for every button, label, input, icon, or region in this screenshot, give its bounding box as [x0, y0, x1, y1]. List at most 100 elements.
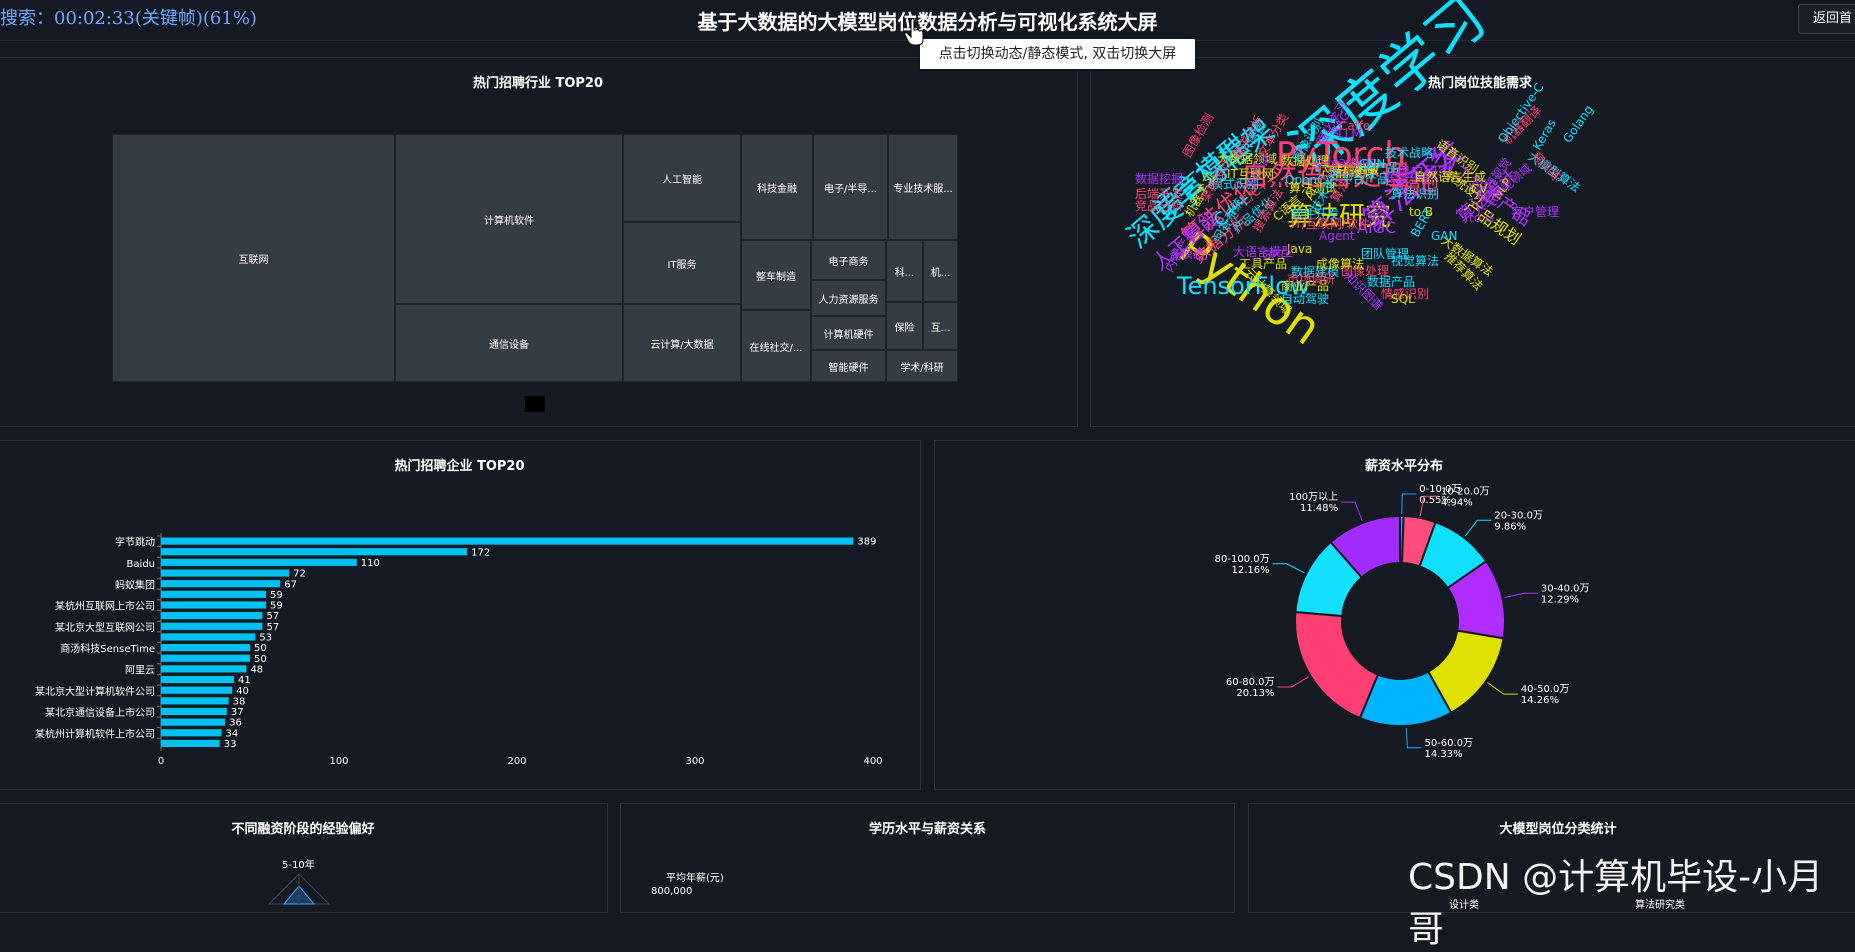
treemap-cell[interactable]: 云计算/大数据	[623, 304, 741, 382]
pie-label-name: 40-50.0万	[1521, 684, 1570, 695]
wordcloud-word[interactable]: 工具产品	[1239, 258, 1287, 270]
bar-category-label: 某北京大型计算机软件公司	[35, 685, 155, 698]
funding-panel: 不同融资阶段的经验偏好 5-10年	[0, 803, 608, 913]
wordcloud-word[interactable]: 市场调研	[1287, 273, 1335, 285]
wordcloud-word[interactable]: 客户管理	[1511, 206, 1559, 218]
industry-panel: 热门招聘行业 TOP20 互联网 计算机软件 通信设备 人工智能 IT服务 云计算/大数据…	[0, 57, 1078, 427]
salary-panel: 薪资水平分布 0-10.0万 0.55% 10-20.0万 4.94% 20-30.0万…	[934, 440, 1855, 790]
pie-label-line	[1487, 682, 1518, 695]
wordcloud-word[interactable]: GAN	[1431, 230, 1457, 242]
treemap-cell[interactable]: IT服务	[623, 222, 741, 304]
company-bar[interactable]	[161, 633, 256, 641]
pie-label-line	[1405, 727, 1422, 749]
treemap-cell[interactable]: 保险	[886, 302, 923, 350]
treemap-cell[interactable]: 互联网	[112, 134, 395, 382]
wordcloud-word[interactable]: 数据挖掘	[1135, 173, 1183, 185]
wordcloud-word[interactable]: Golang	[1560, 103, 1596, 146]
bar-value-label: 57	[266, 611, 279, 622]
treemap-cell[interactable]: 专业技术服...	[888, 134, 958, 240]
company-bar[interactable]	[161, 537, 854, 545]
bar-value-label: 36	[229, 718, 242, 729]
wordcloud-word[interactable]: Keras	[1530, 117, 1559, 153]
company-bar[interactable]	[161, 569, 290, 577]
wordcloud-word[interactable]: 竞品分析	[1135, 200, 1183, 212]
treemap-cell[interactable]: 通信设备	[395, 304, 623, 382]
company-bar[interactable]	[161, 612, 263, 620]
mode-tooltip: 点击切换动态/静态模式, 双击切换大屏	[920, 39, 1195, 69]
wordcloud-word[interactable]: CV	[1471, 183, 1488, 195]
wordcloud-word[interactable]: 成像算法	[1316, 258, 1364, 270]
treemap-cell[interactable]: 学术/科研	[886, 350, 958, 382]
bar-value-label: 37	[231, 707, 244, 718]
wordcloud-word[interactable]: 多模态	[1169, 248, 1205, 260]
wordcloud-word[interactable]: 视觉算法	[1391, 255, 1439, 267]
company-bar[interactable]	[161, 654, 250, 662]
company-bar[interactable]	[161, 665, 247, 673]
salary-donut-chart: 0-10.0万0.55%10-20.0万4.94%20-30.0万9.86%30…	[1215, 484, 1590, 760]
treemap-breadcrumb[interactable]	[525, 396, 545, 412]
treemap-cell[interactable]: 电子/半导...	[813, 134, 888, 240]
pie-label-percent: 11.48%	[1300, 503, 1338, 514]
company-bar[interactable]	[161, 548, 468, 556]
pie-label-name: 10-20.0万	[1441, 486, 1490, 497]
hand-cursor-icon	[904, 18, 924, 46]
company-bar[interactable]	[161, 697, 229, 705]
wordcloud-word[interactable]: Caffe	[1339, 120, 1370, 132]
company-bar[interactable]	[161, 644, 250, 652]
bar-value-label: 33	[224, 739, 237, 750]
company-bar[interactable]	[161, 707, 227, 716]
pie-label-line	[1401, 493, 1417, 515]
treemap-cell[interactable]: 机...	[923, 240, 958, 302]
company-bar[interactable]	[161, 686, 233, 694]
x-axis-tick-label: 300	[685, 756, 704, 767]
treemap-cell[interactable]: 计算机软件	[395, 134, 623, 304]
company-panel: 热门招聘企业 TOP20 389 字节跳动 172 110 Baidu 72 67 蚂蚁集团 5…	[0, 440, 921, 790]
wordcloud-word[interactable]: SQL	[1391, 293, 1415, 305]
company-bar[interactable]	[161, 580, 281, 588]
treemap-cell[interactable]: 在线社交/...	[741, 310, 811, 382]
bar-value-label: 34	[226, 728, 239, 739]
wordcloud-word[interactable]: 技术战略	[1385, 147, 1433, 159]
bar-category-label: 蚂蚁集团	[115, 578, 155, 591]
treemap-cell[interactable]: 人工智能	[623, 134, 741, 222]
bar-value-label: 67	[284, 579, 297, 590]
bar-value-label: 48	[250, 664, 263, 675]
back-home-button[interactable]: 返回首	[1798, 4, 1855, 34]
wordcloud-word[interactable]: 算法识别	[1391, 188, 1439, 200]
industry-title: 热门招聘行业 TOP20	[472, 76, 604, 91]
company-bar[interactable]	[161, 622, 263, 630]
wordcloud-word[interactable]: to G	[1469, 212, 1494, 224]
treemap-cell[interactable]: 智能硬件	[811, 350, 886, 382]
wordcloud-word[interactable]: 平台产品	[1341, 173, 1389, 185]
treemap-cell[interactable]: 科...	[886, 240, 923, 302]
wordcloud-word[interactable]: IT/互联网/软件	[1291, 218, 1370, 230]
company-bar[interactable]	[161, 601, 267, 609]
bar-value-label: 50	[254, 654, 267, 665]
treemap-cell[interactable]: 电子商务	[811, 240, 886, 280]
wordcloud-word[interactable]: Agent	[1319, 230, 1355, 242]
pie-slice[interactable]	[1294, 610, 1380, 720]
pie-label-name: 100万以上	[1289, 491, 1338, 503]
company-bar[interactable]	[161, 739, 220, 747]
education-panel: 学历水平与薪资关系 平均年薪(元) 800,000	[620, 803, 1235, 913]
wordcloud-word[interactable]: 大语言模型	[1233, 246, 1293, 258]
pie-label-name: 30-40.0万	[1541, 583, 1590, 594]
company-bar[interactable]	[161, 590, 267, 598]
treemap-cell[interactable]: 互...	[923, 302, 958, 350]
pie-label-percent: 12.29%	[1541, 594, 1579, 605]
page-title[interactable]: 基于大数据的大模型岗位数据分析与可视化系统大屏	[0, 6, 1855, 35]
bar-category-label: 某杭州计算机软件上市公司	[35, 727, 155, 740]
treemap-cell[interactable]: 计算机硬件	[811, 316, 886, 350]
company-bar[interactable]	[161, 558, 357, 566]
company-bar[interactable]	[161, 675, 234, 684]
treemap-cell[interactable]: 科技金融	[741, 134, 813, 240]
treemap-cell[interactable]: 人力资源服务	[811, 280, 886, 316]
bar-value-label: 40	[236, 686, 249, 697]
pie-label-name: 80-100.0万	[1215, 554, 1270, 565]
company-bar[interactable]	[161, 718, 226, 726]
treemap-cell[interactable]: 整车制造	[741, 240, 811, 310]
pie-label-line	[1504, 592, 1538, 599]
company-bar[interactable]	[161, 729, 222, 737]
wordcloud-word[interactable]: to B	[1409, 206, 1433, 218]
bar-value-label: 72	[293, 569, 306, 580]
